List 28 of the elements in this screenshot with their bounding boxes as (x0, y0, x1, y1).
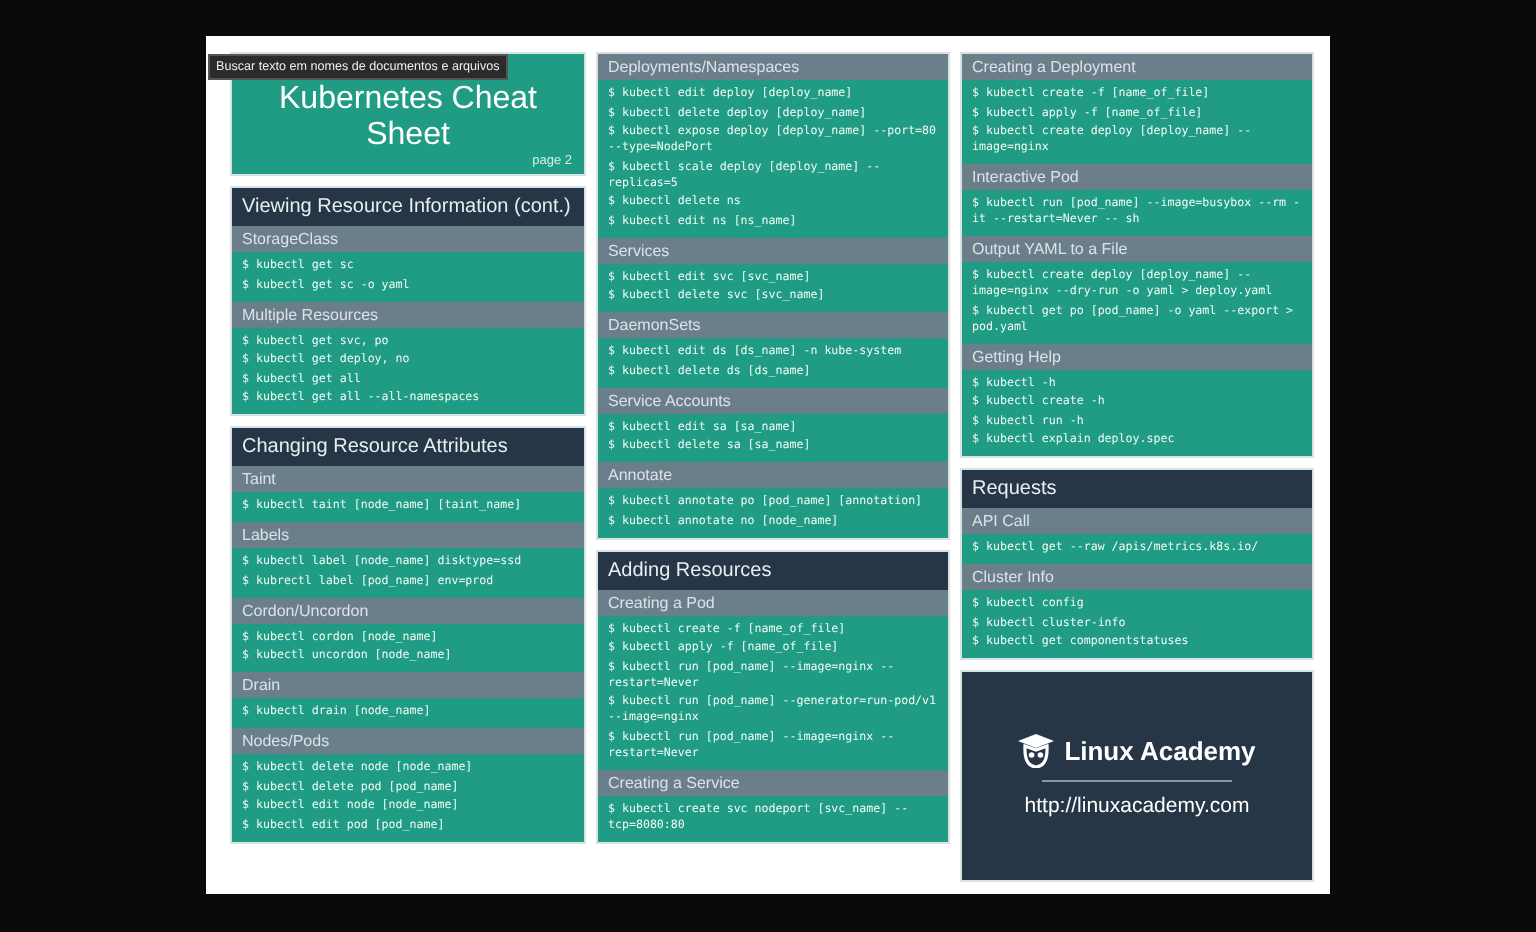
subsection-heading: Deployments/Namespaces (598, 54, 948, 80)
brand-name: Linux Academy (1064, 736, 1256, 766)
subsection-heading: Cluster Info (962, 564, 1312, 590)
owl-graduate-icon (1018, 734, 1055, 768)
subsection-heading: Drain (232, 672, 584, 698)
subsection-heading: Creating a Deployment (962, 54, 1312, 80)
section-heading: Viewing Resource Information (cont.) (232, 188, 584, 226)
website-link[interactable]: http://linuxacademy.com (1024, 794, 1250, 818)
sheet-title: Kubernetes Cheat Sheet (277, 82, 539, 154)
subsection-heading: Interactive Pod (962, 164, 1312, 190)
subsection-heading: Getting Help (962, 343, 1312, 369)
subsection-heading: DaemonSets (598, 312, 948, 338)
subsection-heading: Nodes/Pods (232, 728, 584, 754)
subsection-heading: Creating a Pod (598, 589, 948, 615)
subsection-heading: Annotate (598, 462, 948, 488)
subsection-heading: Cordon/Uncordon (232, 597, 584, 623)
subsection-heading: Multiple Resources (232, 301, 584, 327)
subsection-heading: Output YAML to a File (962, 236, 1312, 262)
subsection-heading: API Call (962, 508, 1312, 534)
subsection-heading: Creating a Service (598, 769, 948, 795)
section-heading: Adding Resources (598, 551, 948, 589)
subsection-heading: Taint (232, 466, 584, 492)
subsection-heading: StorageClass (232, 226, 584, 252)
section-heading: Requests (962, 470, 1312, 508)
subsection-heading: Services (598, 237, 948, 263)
subsection-heading: Labels (232, 522, 584, 548)
section-heading: Changing Resource Attributes (232, 428, 584, 466)
subsection-heading: Service Accounts (598, 387, 948, 413)
